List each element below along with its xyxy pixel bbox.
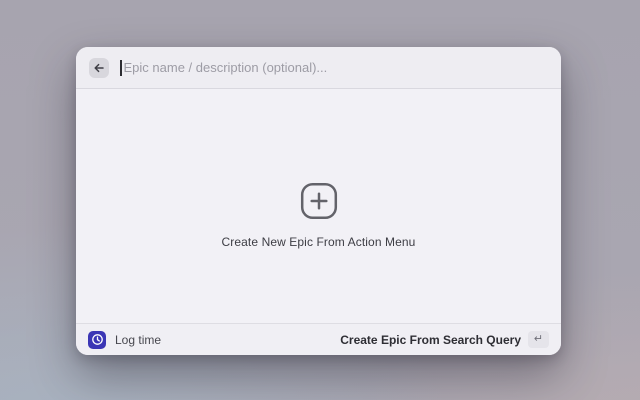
log-time-action[interactable]: Log time [88,331,161,349]
back-button[interactable] [89,58,109,78]
clock-icon [88,331,106,349]
desktop-background: { "dialog": { "header": { "back_icon": "… [0,0,640,400]
dialog-body-empty-state: Create New Epic From Action Menu [76,89,561,323]
epic-name-field-wrap [120,47,548,88]
dialog-header [76,47,561,89]
dialog-footer: Log time Create Epic From Search Query ↵ [76,323,561,355]
return-key-icon: ↵ [528,331,549,348]
arrow-left-icon [93,62,105,74]
create-epic-from-search-query-label: Create Epic From Search Query [340,333,521,347]
create-epic-dialog: Create New Epic From Action Menu Log tim… [76,47,561,355]
empty-state-label: Create New Epic From Action Menu [222,235,416,249]
log-time-label: Log time [115,333,161,347]
epic-name-input[interactable] [122,60,549,75]
create-epic-from-search-query-action[interactable]: Create Epic From Search Query ↵ [340,331,549,348]
plus-squircle-icon [300,182,338,220]
